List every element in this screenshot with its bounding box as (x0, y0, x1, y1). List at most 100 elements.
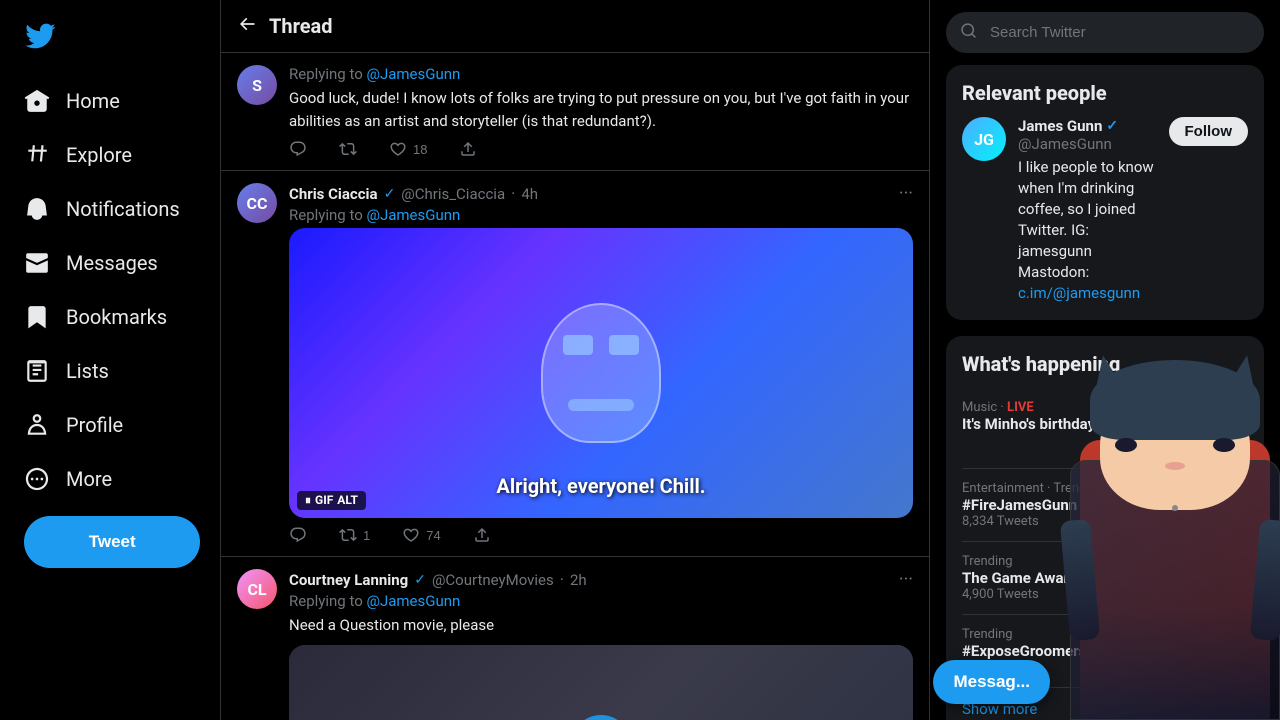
relevant-people-title: Relevant people (962, 81, 1248, 105)
sidebar-item-bookmarks[interactable]: Bookmarks (12, 292, 208, 342)
sidebar-item-home-label: Home (66, 89, 120, 113)
person-avatar: JG (962, 117, 1006, 161)
back-button[interactable] (237, 14, 257, 38)
search-input[interactable] (946, 12, 1264, 53)
tweet-gif[interactable]: ⏸GIFALT Alright, everyone! Chill. (289, 228, 913, 518)
trend-category: Entertainment · Trending (962, 481, 1248, 496)
sidebar-item-notifications[interactable]: Notifications (12, 184, 208, 234)
trend-count: 4,900 Tweets (962, 587, 1248, 602)
sidebar-item-notifications-label: Notifications (66, 197, 180, 221)
retweet-button[interactable] (339, 140, 357, 158)
trend-thumbnail: 🎂 (1192, 400, 1248, 456)
trend-name: #FireJamesGunn (962, 496, 1248, 514)
retweet-button[interactable]: 1 (339, 526, 370, 544)
reply-to-link[interactable]: @JamesGunn (366, 65, 460, 83)
sidebar-item-profile[interactable]: Profile (12, 400, 208, 450)
reply-to: Replying to @JamesGunn (289, 206, 913, 224)
tweet-actions: 1 74 (289, 526, 913, 544)
bell-icon (24, 196, 50, 222)
tweet-name: Courtney Lanning (289, 571, 408, 589)
tweet-more-button[interactable]: ··· (899, 569, 913, 590)
right-sidebar: Relevant people JG James Gunn ✓ @JamesGu… (930, 0, 1280, 720)
tweet-more-button[interactable]: ··· (899, 183, 913, 204)
tweet-meta: Courtney Lanning ✓ @CourtneyMovies · 2h … (289, 569, 913, 590)
reply-button[interactable] (289, 140, 307, 158)
reply-to-link[interactable]: @JamesGunn (366, 592, 460, 610)
like-button[interactable]: 74 (402, 526, 440, 544)
relevant-people-section: Relevant people JG James Gunn ✓ @JamesGu… (946, 65, 1264, 320)
sidebar-item-home[interactable]: Home (12, 76, 208, 126)
sidebar-item-explore[interactable]: Explore (12, 130, 208, 180)
trend-count: 8,334 Tweets (962, 514, 1248, 529)
hashtag-icon (24, 142, 50, 168)
reply-button[interactable] (289, 526, 307, 544)
reply-to: Replying to @JamesGunn (289, 592, 913, 610)
thread-title: Thread (269, 14, 333, 38)
main-feed: Thread S Replying to @JamesGunn Good luc… (220, 0, 930, 720)
sidebar-item-bookmarks-label: Bookmarks (66, 305, 167, 329)
bookmark-icon (24, 304, 50, 330)
verified-badge: ✓ (384, 186, 396, 202)
search-icon (960, 22, 978, 44)
gif-badge: ⏸GIFALT (297, 491, 366, 510)
like-count: 74 (426, 528, 440, 543)
share-button[interactable] (473, 526, 491, 544)
verified-icon: ✓ (1106, 118, 1118, 134)
person-icon (24, 412, 50, 438)
trend-name: The Game Awards 2022 (962, 569, 1248, 587)
avatar: CC (237, 183, 277, 223)
share-button[interactable] (459, 140, 477, 158)
trend-category: Trending (962, 554, 1248, 569)
person-row: JG James Gunn ✓ @JamesGunn I like people… (962, 117, 1248, 304)
tweet-time: 2h (570, 571, 587, 589)
trend-more-button[interactable]: ··· (1235, 554, 1248, 573)
tweet-actions: 18 (289, 140, 913, 158)
lists-icon (24, 358, 50, 384)
twitter-logo[interactable] (12, 8, 208, 68)
whats-happening-title: What's happening (962, 352, 1248, 376)
sidebar-item-more-label: More (66, 467, 112, 491)
trend-name: #ExposeGroomers (962, 642, 1248, 660)
trend-item[interactable]: Music · LIVE It's Minho's birthday 🎂 🎂 (962, 388, 1248, 469)
avatar: S (237, 65, 277, 105)
person-bio: I like people to know when I'm drinking … (1018, 157, 1157, 304)
trend-more-button[interactable]: ··· (1235, 481, 1248, 500)
tweet-text: Need a Question movie, please (289, 614, 913, 637)
reply-to-link[interactable]: @JamesGunn (366, 206, 460, 224)
trend-item[interactable]: ··· Entertainment · Trending #FireJamesG… (962, 469, 1248, 542)
thread-header: Thread (221, 0, 929, 53)
tweet-item: CL Courtney Lanning ✓ @CourtneyMovies · … (221, 557, 929, 720)
trend-item[interactable]: ··· Trending The Game Awards 2022 4,900 … (962, 542, 1248, 615)
trend-category: Trending (962, 627, 1248, 642)
tweet-handle: @CourtneyMovies (432, 571, 554, 589)
sidebar-item-more[interactable]: More (12, 454, 208, 504)
reply-to: Replying to @JamesGunn (289, 65, 913, 83)
tweet-text: Good luck, dude! I know lots of folks ar… (289, 87, 913, 132)
gif-overlay-text: Alright, everyone! Chill. (496, 474, 705, 498)
tweet-time: 4h (521, 185, 538, 203)
search-box (946, 12, 1264, 53)
sidebar-item-lists[interactable]: Lists (12, 346, 208, 396)
more-icon (24, 466, 50, 492)
tweet-handle: @Chris_Ciaccia (401, 185, 505, 203)
mastodon-link[interactable]: c.im/@jamesgunn (1018, 284, 1140, 302)
message-button[interactable]: Messag... (933, 660, 1050, 704)
retweet-count: 1 (363, 528, 370, 543)
tweet-button[interactable]: Tweet (24, 516, 200, 568)
like-button[interactable]: 18 (389, 140, 427, 158)
person-name: James Gunn ✓ (1018, 117, 1157, 135)
trend-more-button[interactable]: ··· (1235, 627, 1248, 646)
like-count: 18 (413, 142, 427, 157)
person-handle: @JamesGunn (1018, 135, 1157, 153)
tweet-name: Chris Ciaccia (289, 185, 378, 203)
sidebar-item-lists-label: Lists (66, 359, 109, 383)
tweet-video[interactable] (289, 645, 913, 720)
verified-badge: ✓ (414, 572, 426, 588)
tweet-meta: Chris Ciaccia ✓ @Chris_Ciaccia · 4h ··· (289, 183, 913, 204)
tweet-item: CC Chris Ciaccia ✓ @Chris_Ciaccia · 4h ·… (221, 171, 929, 557)
person-info: James Gunn ✓ @JamesGunn I like people to… (1018, 117, 1157, 304)
sidebar-item-messages[interactable]: Messages (12, 238, 208, 288)
tweet-item: S Replying to @JamesGunn Good luck, dude… (221, 53, 929, 171)
follow-button[interactable]: Follow (1169, 117, 1249, 146)
sidebar-item-profile-label: Profile (66, 413, 123, 437)
